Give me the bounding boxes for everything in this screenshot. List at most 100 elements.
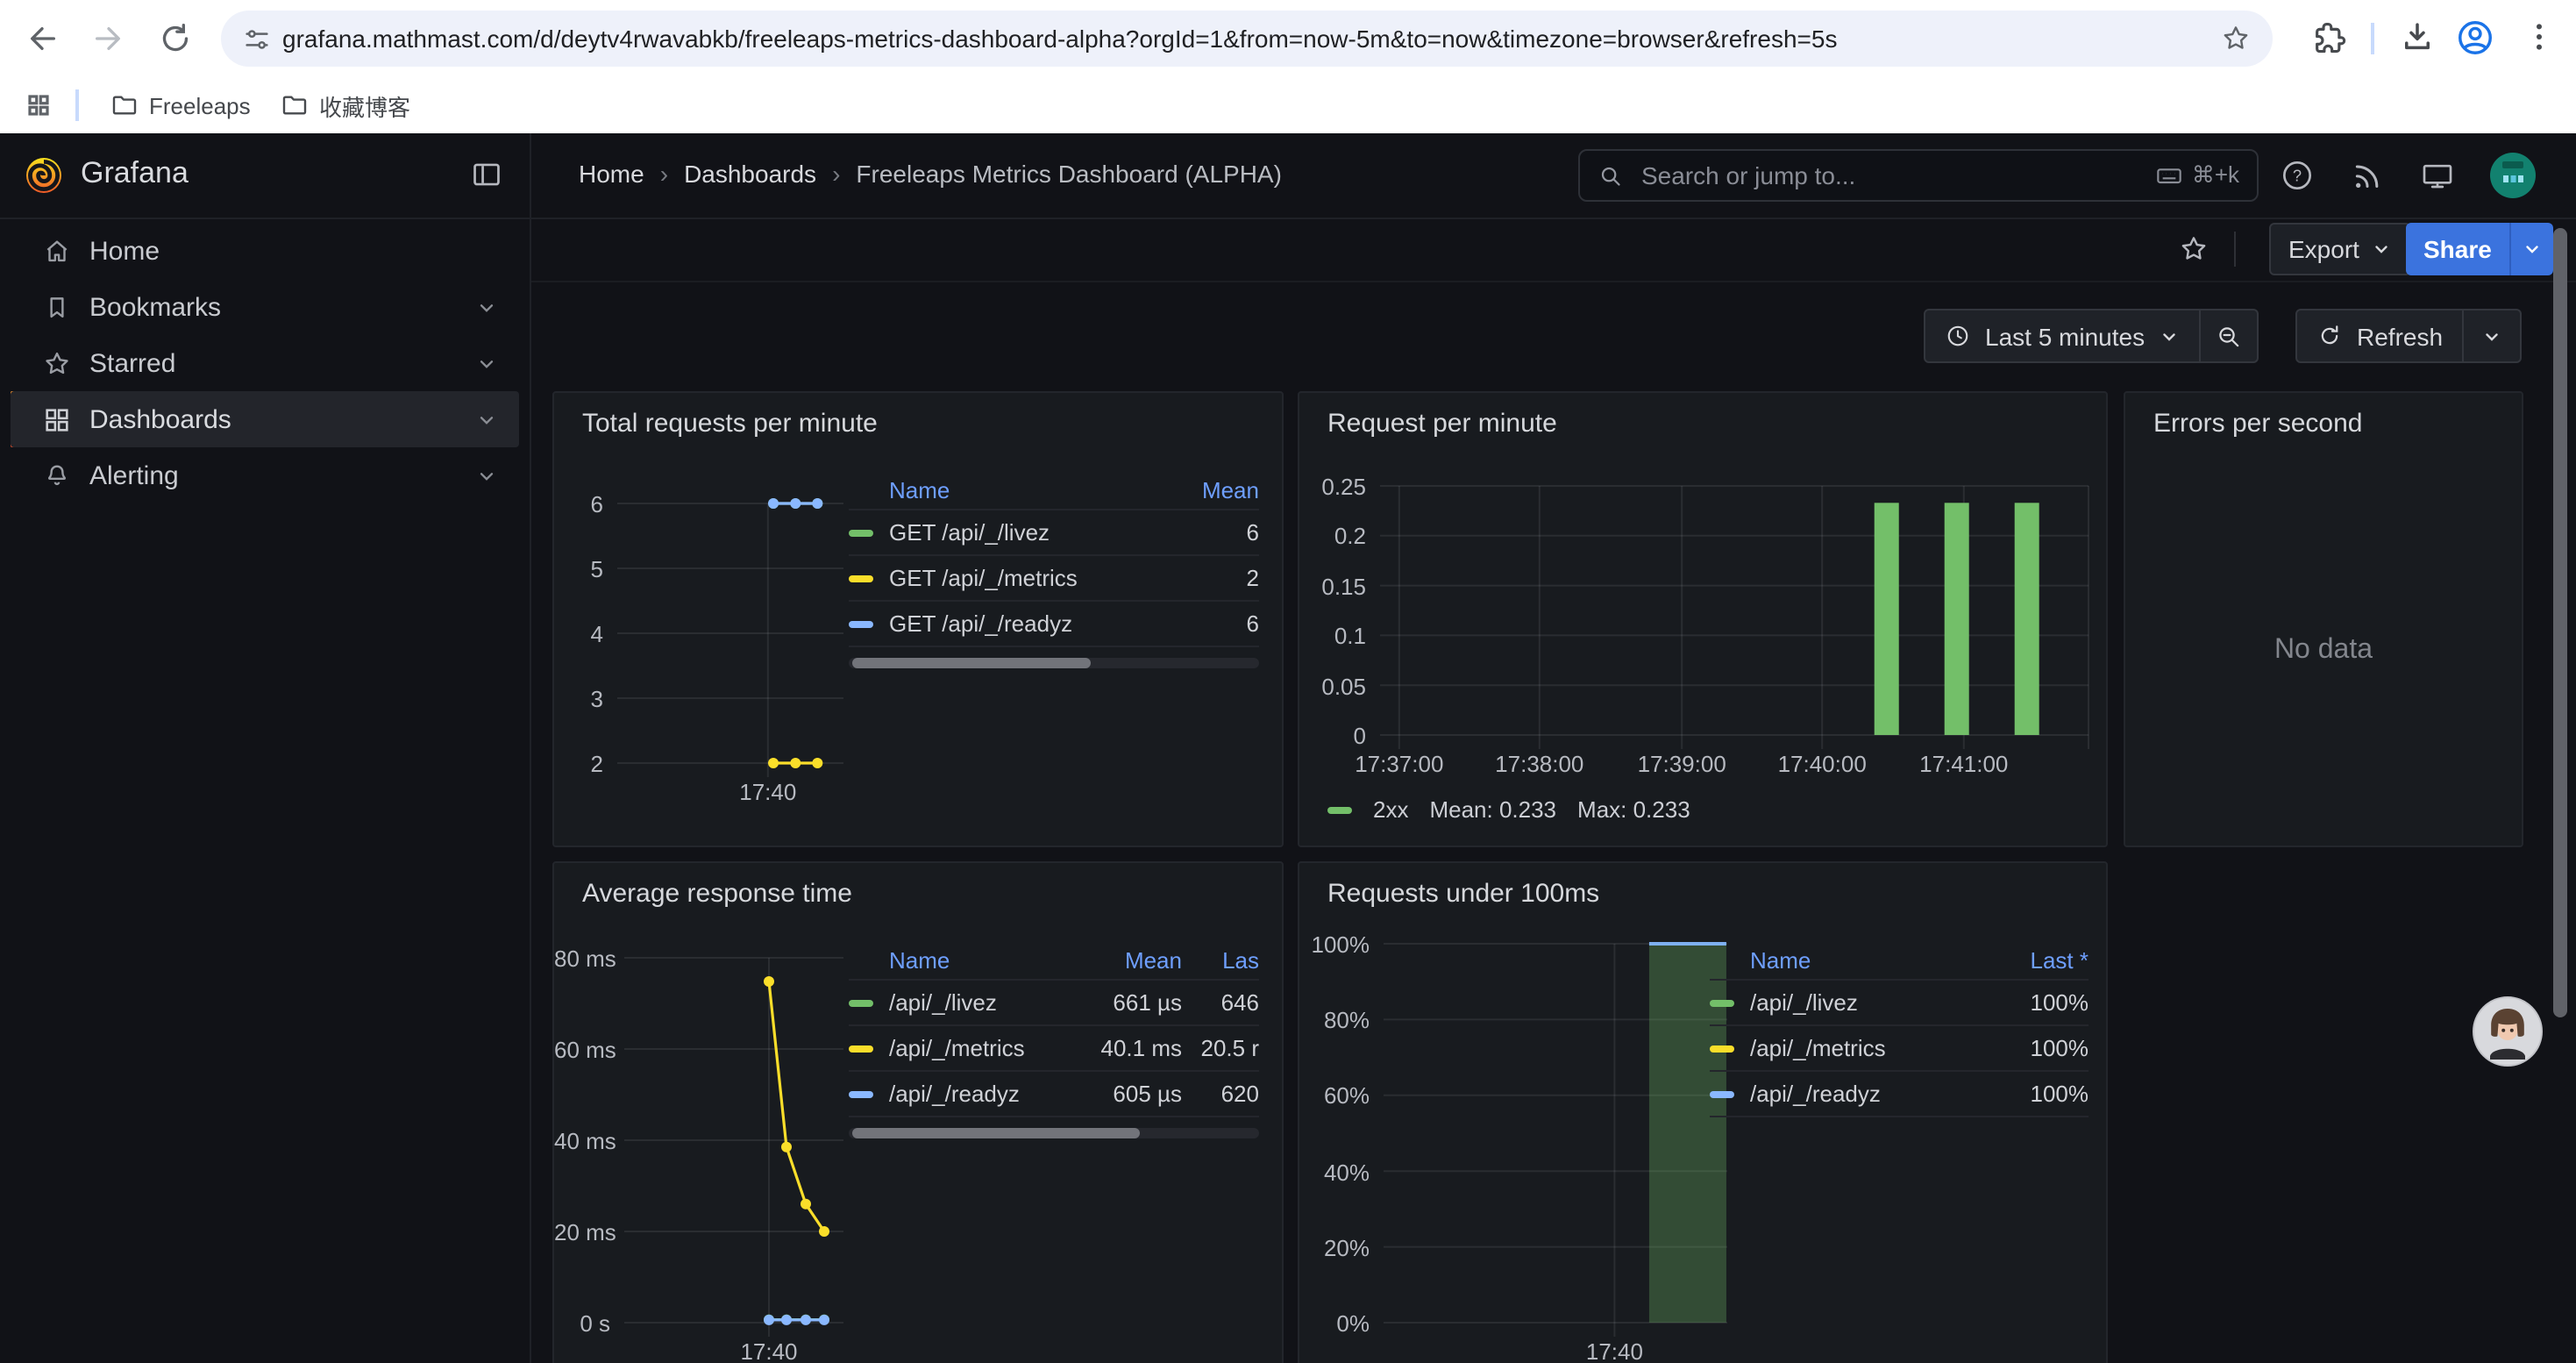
export-button[interactable]: Export [2269, 223, 2412, 275]
extensions-icon[interactable] [2311, 19, 2348, 56]
chevron-down-icon[interactable] [475, 464, 498, 487]
sidebar-toggle-icon[interactable] [470, 158, 503, 191]
page-scrollbar[interactable] [2553, 228, 2567, 1017]
series-swatch [849, 999, 873, 1006]
y-axis-tick: 0.15 [1299, 574, 1366, 600]
zoom-out-icon [2215, 322, 2243, 350]
user-avatar[interactable] [2490, 153, 2536, 198]
favorite-star-icon[interactable] [2178, 233, 2210, 265]
bookmark-item[interactable]: 收藏博客 [267, 84, 424, 126]
legend-scrollbar[interactable] [849, 1128, 1259, 1138]
y-axis-tick: 80% [1299, 1007, 1370, 1033]
series-swatch [849, 529, 873, 536]
legend-col-mean[interactable]: Mean [1178, 476, 1259, 503]
y-axis-tick: 0.05 [1299, 673, 1366, 699]
folder-icon [281, 91, 309, 119]
sidebar-item-bookmarks[interactable]: Bookmarks [11, 279, 519, 335]
bookmark-item[interactable]: Freeleaps [96, 84, 265, 126]
series-swatch [1710, 1045, 1734, 1052]
legend-row[interactable]: /api/_/readyz 605 µs 620 [849, 1072, 1259, 1117]
legend-row[interactable]: GET /api/_/readyz 6 [849, 602, 1259, 647]
legend-row[interactable]: /api/_/livez 661 µs 646 [849, 981, 1259, 1026]
chevron-down-icon[interactable] [475, 408, 498, 431]
zoom-out-button[interactable] [2201, 309, 2259, 363]
chevron-down-icon[interactable] [475, 352, 498, 375]
legend-row[interactable]: GET /api/_/livez 6 [849, 510, 1259, 556]
search-icon [1598, 162, 1624, 189]
legend-col-name[interactable]: Name [1750, 946, 2008, 973]
legend-col-name[interactable]: Name [889, 476, 1178, 503]
reload-icon[interactable] [158, 21, 193, 56]
legend-table: Name Mean GET /api/_/livez 6 GET /api/_/… [849, 470, 1259, 668]
screen: Freeleaps 收藏博客 Grafana [0, 0, 2576, 1363]
legend-col-name[interactable]: Name [889, 946, 1073, 973]
url-input[interactable] [282, 25, 2206, 53]
time-range-button[interactable]: Last 5 minutes [1924, 309, 2201, 363]
series-swatch [849, 574, 873, 582]
address-bar[interactable] [221, 11, 2273, 67]
legend-inline[interactable]: 2xx Mean: 0.233 Max: 0.233 [1327, 796, 1690, 823]
chevron-down-icon [2372, 239, 2393, 260]
panel-title[interactable]: Errors per second [2153, 409, 2362, 439]
home-icon [42, 236, 72, 266]
bookmark-icon [42, 292, 72, 322]
folder-icon [110, 91, 139, 119]
legend-row[interactable]: /api/_/metrics 40.1 ms 20.5 r [849, 1026, 1259, 1072]
search-bar[interactable]: ⌘+k [1578, 149, 2259, 202]
share-dropdown-button[interactable] [2509, 223, 2553, 275]
monitor-icon[interactable] [2420, 158, 2455, 193]
panel-errors-per-second: Errors per second No data [2124, 391, 2523, 847]
forward-icon[interactable] [91, 21, 126, 56]
browser-menu-icon[interactable] [2522, 19, 2557, 54]
chart-request-per-minute[interactable]: 0.250.20.150.10.05017:37:0017:38:0017:39… [1299, 393, 2106, 846]
profile-icon[interactable] [2455, 18, 2495, 58]
sidebar-item-dashboards[interactable]: Dashboards [11, 391, 519, 447]
series-swatch [1327, 806, 1352, 813]
refresh-interval-dropdown[interactable] [2464, 309, 2522, 363]
grafana-app: Grafana Home › Dashboards › Freeleaps Me… [0, 133, 2576, 1363]
breadcrumb-current: Freeleaps Metrics Dashboard (ALPHA) [856, 160, 1282, 188]
series-swatch [1710, 999, 1734, 1006]
no-data-message: No data [2125, 635, 2522, 667]
series-mean: Mean: 0.233 [1429, 796, 1556, 823]
back-icon[interactable] [25, 21, 60, 56]
bookmark-label: 收藏博客 [319, 89, 410, 122]
legend-col-last[interactable]: Las [1182, 946, 1259, 973]
sidebar-item-home[interactable]: Home [11, 223, 519, 279]
svg-text:?: ? [2293, 167, 2302, 185]
legend-row[interactable]: /api/_/livez 100% [1710, 981, 2089, 1026]
breadcrumb-separator: › [832, 160, 840, 188]
y-axis-tick: 6 [554, 491, 603, 517]
toolbar-divider [2371, 23, 2374, 54]
download-icon[interactable] [2399, 19, 2436, 56]
sidebar-border [530, 133, 531, 1363]
grafana-logo[interactable] [25, 156, 63, 195]
chevron-down-icon[interactable] [475, 296, 498, 318]
clock-icon [1945, 323, 1971, 349]
rss-icon[interactable] [2350, 158, 2385, 193]
breadcrumb-separator: › [660, 160, 668, 188]
x-axis-tick: 17:39:00 [1638, 751, 1726, 777]
search-input[interactable] [1638, 160, 2141, 191]
y-axis-tick: 20% [1299, 1235, 1370, 1261]
help-icon[interactable]: ? [2280, 158, 2315, 193]
legend-col-mean[interactable]: Mean [1073, 946, 1182, 973]
apps-grid-icon[interactable] [25, 91, 53, 119]
bookmark-star-icon[interactable] [2220, 23, 2252, 54]
y-axis-tick: 80 ms [554, 946, 610, 972]
legend-row[interactable]: /api/_/metrics 100% [1710, 1026, 2089, 1072]
y-axis-tick: 2 [554, 751, 603, 777]
sidebar-item-alerting[interactable]: Alerting [11, 447, 519, 503]
assistant-avatar[interactable] [2473, 996, 2543, 1067]
share-button[interactable]: Share [2406, 223, 2509, 275]
legend-col-last[interactable]: Last * [2008, 946, 2089, 973]
legend-row[interactable]: GET /api/_/metrics 2 [849, 556, 1259, 602]
legend-scrollbar[interactable] [849, 658, 1259, 668]
site-settings-icon[interactable] [242, 24, 272, 54]
breadcrumb-home[interactable]: Home [579, 160, 644, 188]
series-max: Max: 0.233 [1577, 796, 1690, 823]
refresh-button[interactable]: Refresh [2295, 309, 2464, 363]
breadcrumb-dashboards[interactable]: Dashboards [684, 160, 816, 188]
legend-row[interactable]: /api/_/readyz 100% [1710, 1072, 2089, 1117]
sidebar-item-starred[interactable]: Starred [11, 335, 519, 391]
